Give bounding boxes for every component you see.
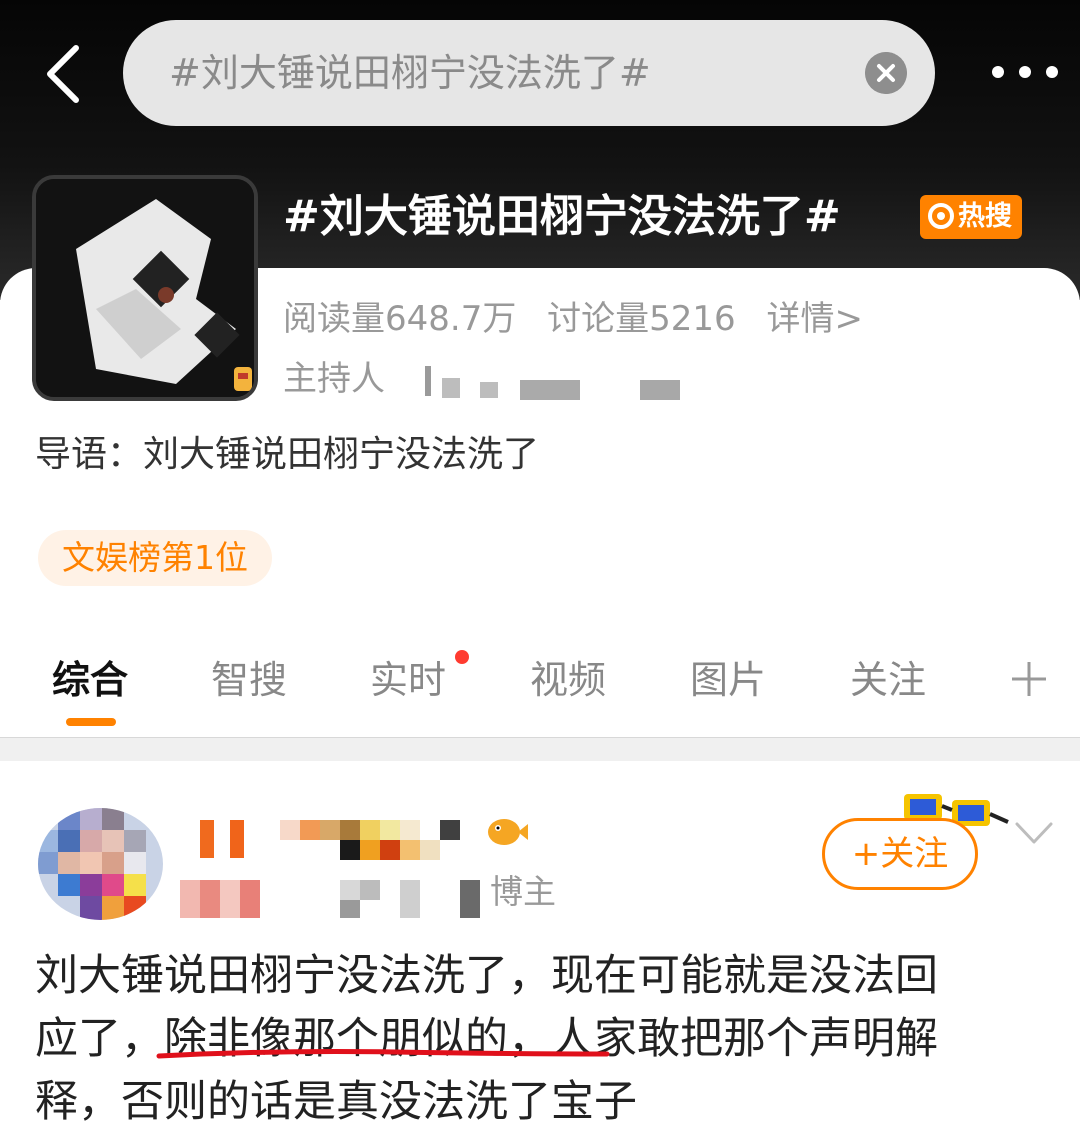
topic-intro: 导语：刘大锤说田栩宁没法洗了	[35, 434, 540, 475]
section-divider	[0, 737, 1080, 761]
tab-video[interactable]: 视频	[530, 650, 606, 710]
hot-badge[interactable]: 热搜	[920, 195, 1022, 239]
post-line: 释，否则的话是真没法洗了宝子	[35, 1077, 637, 1127]
redacted-host-name	[425, 366, 431, 396]
tab-overview[interactable]: 综合	[52, 650, 128, 710]
discussion-count: 讨论量5216	[547, 299, 736, 339]
clear-icon[interactable]	[865, 52, 907, 94]
search-input[interactable]: #刘大锤说田栩宁没法洗了#	[169, 20, 651, 126]
red-underline-annotation	[156, 1049, 610, 1059]
chevron-down-icon[interactable]	[1014, 820, 1054, 846]
author-name-pixelated[interactable]	[180, 815, 480, 925]
back-arrow-icon[interactable]	[38, 42, 88, 106]
read-count: 阅读量648.7万	[283, 299, 517, 339]
redacted-host-name	[640, 380, 680, 400]
topic-thumbnail	[32, 175, 258, 401]
more-icon[interactable]	[990, 58, 1060, 86]
avatar-image	[38, 808, 163, 920]
notification-dot	[455, 650, 469, 664]
tab-images[interactable]: 图片	[690, 650, 766, 710]
tab-realtime[interactable]: 实时	[370, 650, 446, 710]
plus-icon[interactable]	[1010, 660, 1048, 698]
post-line: 刘大锤说田栩宁没法洗了，现在可能就是没法回	[35, 951, 938, 1001]
topic-stats: 阅读量648.7万 讨论量5216 详情>	[283, 296, 883, 342]
search-bar[interactable]: #刘大锤说田栩宁没法洗了#	[123, 20, 935, 126]
topic-host: 主持人	[283, 356, 385, 402]
fish-badge-icon	[488, 819, 528, 845]
author-avatar[interactable]	[38, 808, 163, 920]
details-link[interactable]: 详情>	[767, 299, 864, 339]
author-verification: 博主	[490, 872, 556, 911]
redacted-host-name	[442, 378, 460, 398]
post-text: 刘大锤说田栩宁没法洗了，现在可能就是没法回 应了，除非像那个朋似的，人家敢把那个…	[35, 945, 1045, 1134]
rank-tag[interactable]: 文娱榜第1位	[38, 530, 272, 586]
active-tab-indicator	[66, 718, 116, 726]
hot-icon	[928, 203, 954, 229]
hot-badge-label: 热搜	[958, 201, 1012, 232]
host-badge-icon	[234, 367, 252, 391]
topic-title: #刘大锤说田栩宁没法洗了#	[283, 191, 841, 242]
follow-button[interactable]: +关注	[822, 818, 978, 890]
redacted-host-name	[520, 380, 580, 400]
tab-following[interactable]: 关注	[850, 650, 926, 710]
thumbnail-image	[36, 179, 254, 397]
post-line: 应了，除非像那个朋似的，人家敢把那个声明解	[35, 1014, 938, 1064]
redacted-host-name	[480, 382, 498, 398]
host-label: 主持人	[283, 359, 385, 399]
tab-bar: 综合 智搜 实时 视频 图片 关注	[0, 650, 1080, 710]
tab-smart-search[interactable]: 智搜	[211, 650, 287, 710]
